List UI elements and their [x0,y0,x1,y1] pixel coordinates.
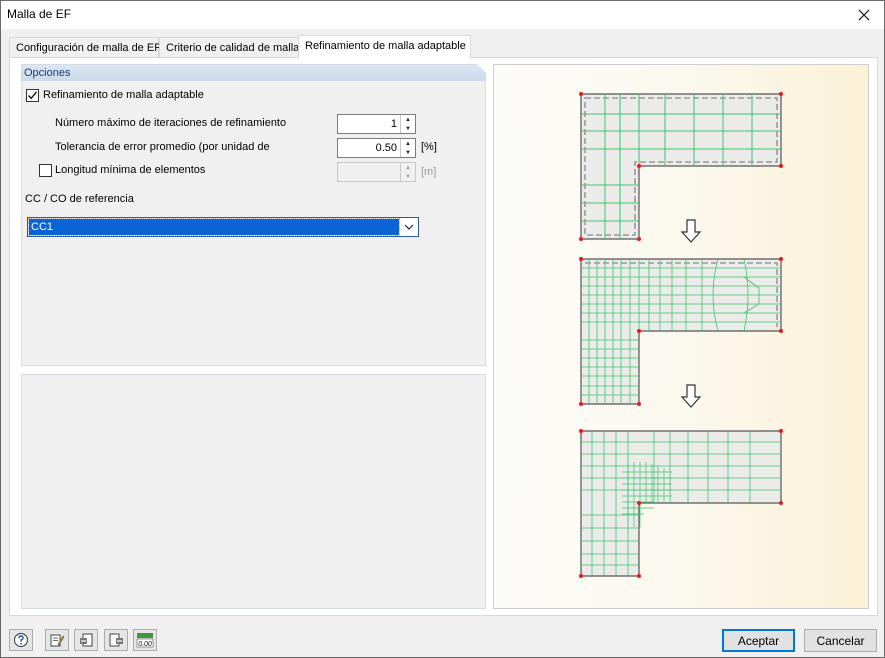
edit-button[interactable] [45,629,69,651]
reference-selected-value: CC1 [28,218,400,236]
spin-down-icon: ▼ [405,173,411,180]
tab-panel: Opciones Refinamiento de malla adaptable… [9,57,878,616]
max-iterations-label: Número máximo de iteraciones de refinami… [55,117,287,129]
min-length-checkbox[interactable] [39,164,52,177]
spin-down-icon[interactable]: ▼ [401,124,415,133]
reference-label: CC / CO de referencia [25,193,134,205]
close-icon [858,9,870,21]
accept-button[interactable]: Aceptar [722,629,795,652]
spin-down-icon[interactable]: ▼ [401,148,415,157]
down-arrow-icon [680,384,702,408]
help-icon [14,633,28,647]
import-icon [80,633,93,647]
checkmark-icon [27,91,38,100]
units-button[interactable]: 0.00 [133,629,157,651]
spin-up-icon[interactable]: ▲ [401,139,415,148]
cancel-button[interactable]: Cancelar [804,629,877,652]
adaptive-refinement-checkbox[interactable] [26,89,39,102]
svg-text:0.00: 0.00 [138,641,152,648]
description-panel [21,374,486,609]
dialog-window: Malla de EF Configuración de malla de EF… [0,0,885,658]
chevron-down-icon [404,224,414,230]
illustration-panel [493,64,869,609]
mesh-refinement-illustration [579,92,783,578]
fine-mesh-stage [579,429,783,578]
tab-mesh-quality[interactable]: Criterio de calidad de malla [159,37,299,58]
tolerance-unit: [%] [421,141,437,153]
tab-adaptive-refinement[interactable]: Refinamiento de malla adaptable [298,35,471,59]
export-button[interactable] [104,629,128,651]
tolerance-spinner[interactable]: 0.50 ▲ ▼ [337,138,416,158]
options-header: Opciones [22,64,486,81]
min-length-spinner[interactable]: ▲ ▼ [337,162,416,182]
tab-mesh-config[interactable]: Configuración de malla de EF [9,37,161,58]
coarse-mesh-stage [579,92,783,241]
help-button[interactable] [9,629,33,651]
window-title: Malla de EF [7,7,72,21]
tolerance-value: 0.50 [375,142,397,154]
title-bar: Malla de EF [1,1,884,29]
min-length-unit: [m] [421,166,437,178]
max-iterations-spinner[interactable]: 1 ▲ ▼ [337,114,416,134]
options-header-label: Opciones [24,67,71,79]
spin-up-icon[interactable]: ▲ [401,115,415,124]
max-iterations-value: 1 [390,118,397,130]
medium-mesh-stage [579,257,783,406]
tolerance-label: Tolerancia de error promedio (por unidad… [55,141,270,153]
edit-icon [50,634,65,647]
down-arrow-icon [680,219,702,243]
close-button[interactable] [844,1,884,29]
adaptive-refinement-label: Refinamiento de malla adaptable [43,89,204,101]
export-icon [109,633,123,647]
options-group: Opciones Refinamiento de malla adaptable… [21,64,486,366]
min-length-label: Longitud mínima de elementos [55,164,206,176]
import-button[interactable] [74,629,98,651]
units-icon: 0.00 [136,633,154,648]
spin-up-icon: ▲ [405,164,411,171]
reference-select[interactable]: CC1 [27,217,419,237]
